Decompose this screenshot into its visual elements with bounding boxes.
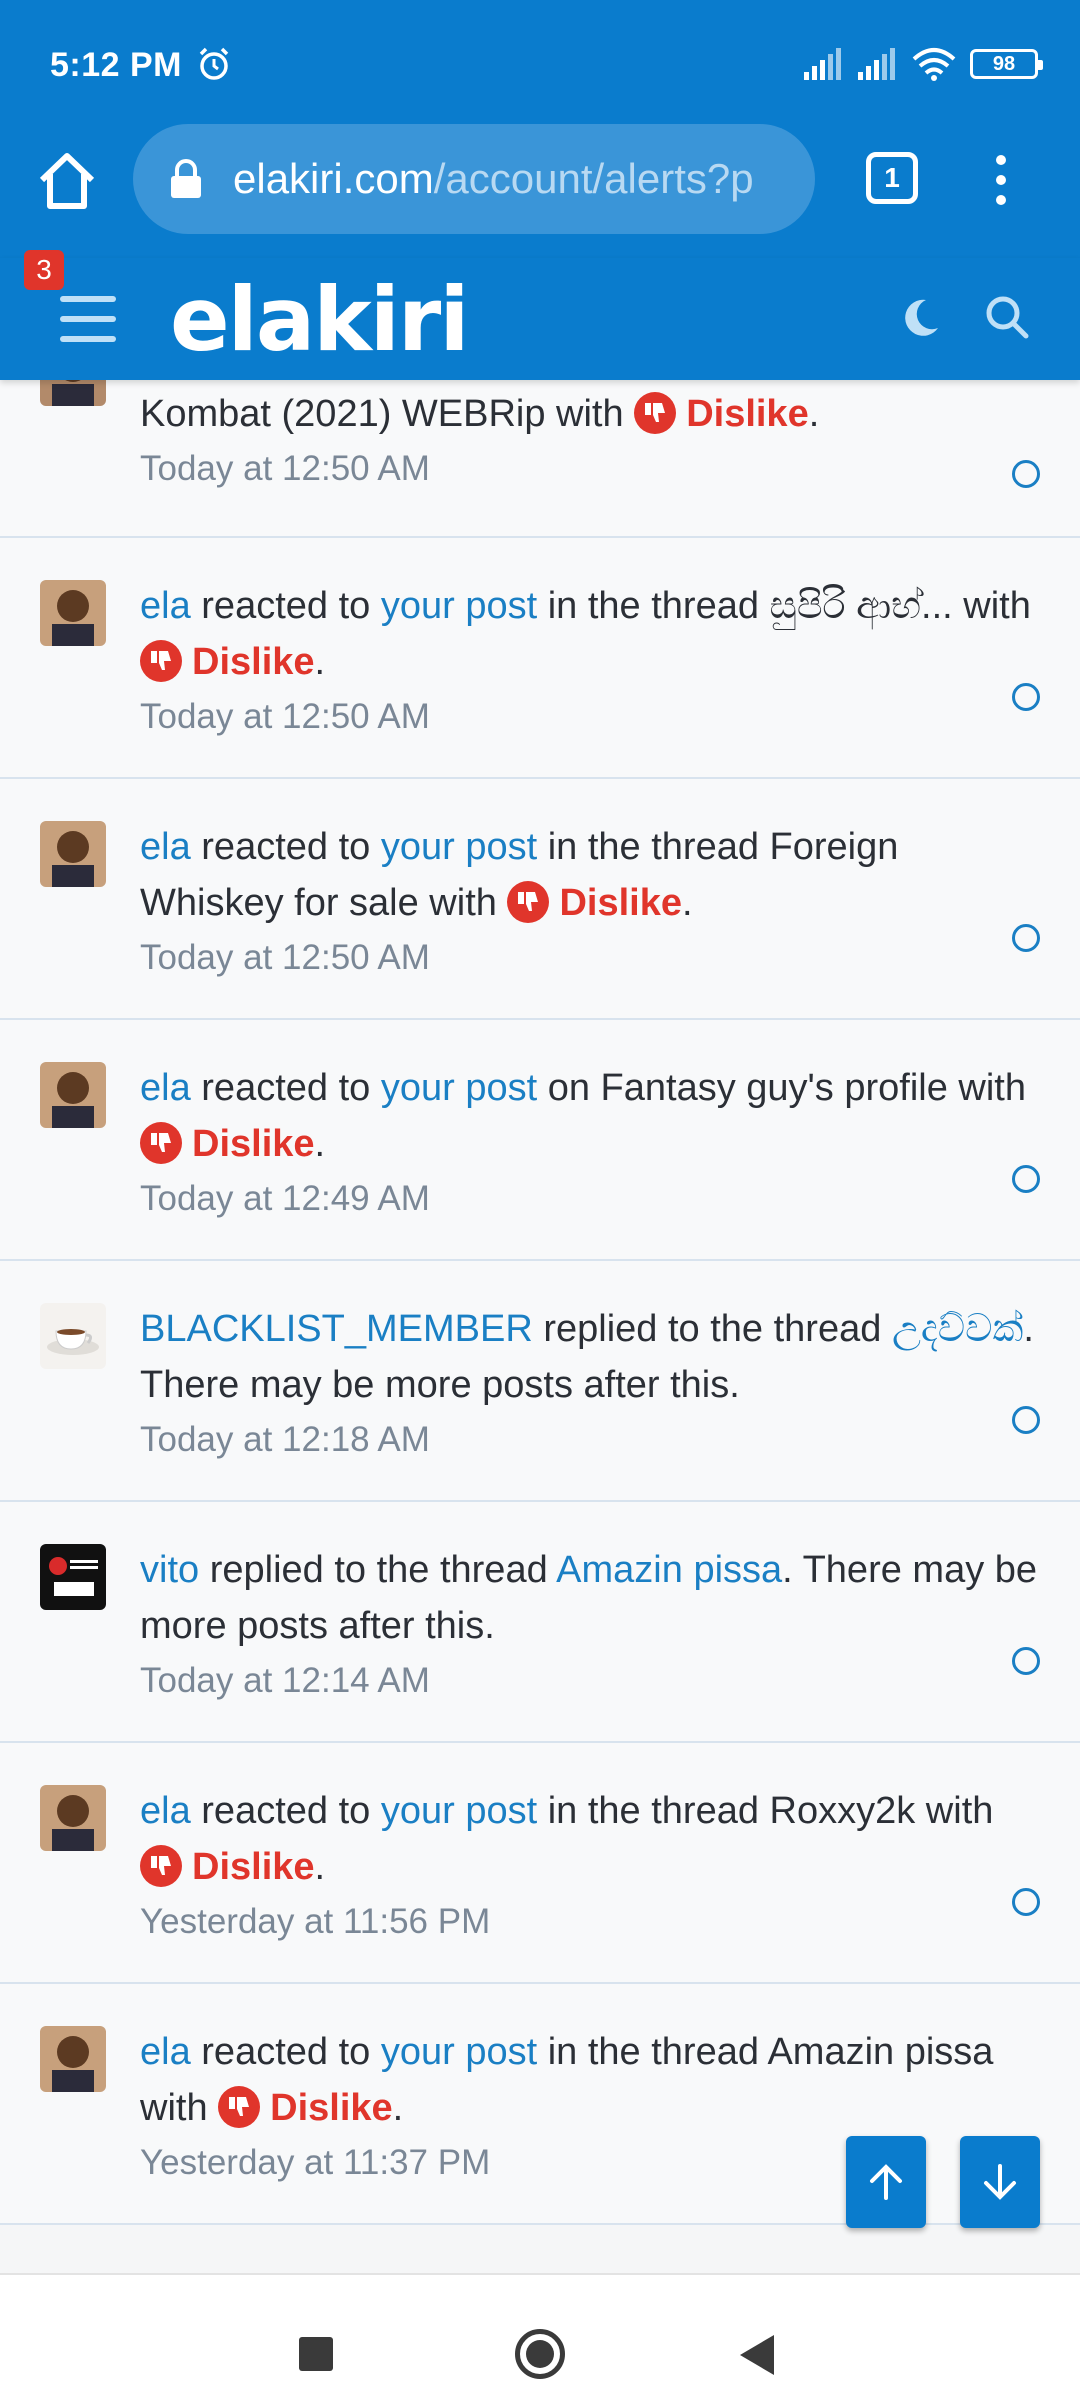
signal-icon-2	[858, 48, 895, 80]
site-logo[interactable]: elakiri	[170, 268, 469, 371]
alert-time: Today at 12:50 AM	[140, 697, 430, 736]
url-path: /account/alerts?p	[433, 155, 754, 202]
tab-switcher-button[interactable]: 1	[866, 152, 918, 204]
mark-read-toggle[interactable]	[1012, 1888, 1040, 1916]
user-link[interactable]: ela	[140, 585, 191, 627]
alert-time: Today at 12:50 AM	[140, 449, 430, 488]
hamburger-icon[interactable]	[60, 296, 116, 344]
search-icon[interactable]	[984, 294, 1030, 340]
mark-read-toggle[interactable]	[1012, 460, 1040, 488]
avatar[interactable]	[40, 1303, 106, 1369]
recents-button[interactable]	[299, 2337, 333, 2371]
avatar[interactable]	[40, 580, 106, 646]
alert-item[interactable]: ela reacted to your post in the thread F…	[0, 779, 1080, 1020]
alert-text: Kombat (2021) WEBRip with	[140, 393, 635, 435]
scroll-down-button[interactable]	[960, 2136, 1040, 2228]
alarm-icon	[199, 47, 229, 80]
battery-indicator: 98	[970, 49, 1043, 79]
alert-item[interactable]: ela reacted to your post on Fantasy guy'…	[0, 1020, 1080, 1261]
avatar[interactable]	[40, 1062, 106, 1128]
status-time: 5:12 PM	[50, 46, 182, 84]
thumbs-down-icon	[507, 881, 550, 923]
more-vert-icon[interactable]	[986, 150, 1016, 210]
alert-item[interactable]: ela reacted to your post in the thread ස…	[0, 538, 1080, 779]
reaction-label: Dislike	[192, 641, 315, 683]
home-button[interactable]	[515, 2329, 565, 2379]
alert-time: Today at 12:49 AM	[140, 1179, 430, 1218]
arrow-up-icon	[870, 2164, 902, 2200]
mark-read-toggle[interactable]	[1012, 1406, 1040, 1434]
alert-item[interactable]: Kombat (2021) WEBRip with Dislike. Today…	[0, 380, 1080, 538]
moon-icon[interactable]	[898, 296, 942, 340]
alert-item[interactable]: ela reacted to your post in the thread R…	[0, 1743, 1080, 1984]
alert-item[interactable]: BLACKLIST_MEMBER replied to the thread උ…	[0, 1261, 1080, 1502]
avatar[interactable]	[40, 2026, 106, 2092]
user-link[interactable]: BLACKLIST_MEMBER	[140, 1308, 533, 1350]
post-link[interactable]: your post	[381, 585, 537, 627]
mark-read-toggle[interactable]	[1012, 1165, 1040, 1193]
mark-read-toggle[interactable]	[1012, 924, 1040, 952]
post-link[interactable]: your post	[381, 1067, 537, 1109]
thread-link[interactable]: උදව්වක්	[892, 1308, 1023, 1350]
thumbs-down-icon	[140, 1845, 182, 1887]
mark-read-toggle[interactable]	[1012, 1647, 1040, 1675]
avatar[interactable]	[40, 821, 106, 887]
user-link[interactable]: ela	[140, 1790, 191, 1832]
alert-time: Today at 12:18 AM	[140, 1420, 430, 1459]
alert-time: Today at 12:50 AM	[140, 938, 430, 977]
menu-badge: 3	[24, 250, 64, 290]
post-link[interactable]: your post	[381, 1790, 537, 1832]
thumbs-down-icon	[218, 2086, 261, 2128]
alerts-list: Kombat (2021) WEBRip with Dislike. Today…	[0, 380, 1080, 2273]
mark-read-toggle[interactable]	[1012, 683, 1040, 711]
thumbs-down-icon	[634, 392, 677, 434]
lock-icon	[171, 159, 201, 198]
scroll-up-button[interactable]	[846, 2136, 926, 2228]
user-link[interactable]: ela	[140, 2031, 191, 2073]
user-link[interactable]: ela	[140, 1067, 191, 1109]
thumbs-down-icon	[140, 640, 182, 682]
alert-time: Today at 12:14 AM	[140, 1661, 430, 1700]
url-domain: elakiri.com	[233, 155, 434, 202]
home-icon[interactable]	[34, 148, 100, 214]
reaction-label: Dislike	[270, 2087, 393, 2129]
thumbs-down-icon	[140, 1122, 182, 1164]
status-bar: 5:12 PM 98	[0, 0, 1080, 122]
thread-link[interactable]: Amazin pissa	[556, 1549, 782, 1591]
site-header: elakiri	[0, 258, 1080, 380]
avatar[interactable]	[40, 1544, 106, 1610]
post-link[interactable]: your post	[381, 2031, 537, 2073]
alert-time: Yesterday at 11:56 PM	[140, 1902, 491, 1941]
user-link[interactable]: ela	[140, 826, 191, 868]
back-button[interactable]	[740, 2335, 774, 2375]
user-link[interactable]: vito	[140, 1549, 199, 1591]
avatar[interactable]	[40, 380, 106, 406]
system-nav-bar	[0, 2273, 1080, 2400]
browser-toolbar: elakiri.com/account/alerts?p 1	[0, 122, 1080, 258]
reaction-label: Dislike	[192, 1846, 315, 1888]
arrow-down-icon	[984, 2164, 1016, 2200]
reaction-label: Dislike	[192, 1123, 315, 1165]
alert-item[interactable]: vito replied to the thread Amazin pissa.…	[0, 1502, 1080, 1743]
post-link[interactable]: your post	[381, 826, 537, 868]
reaction-label: Dislike	[559, 882, 682, 924]
signal-icon	[804, 48, 841, 80]
avatar[interactable]	[40, 1785, 106, 1851]
reaction-label: Dislike	[686, 393, 809, 435]
wifi-icon	[912, 48, 956, 81]
address-bar[interactable]: elakiri.com/account/alerts?p	[133, 124, 815, 234]
